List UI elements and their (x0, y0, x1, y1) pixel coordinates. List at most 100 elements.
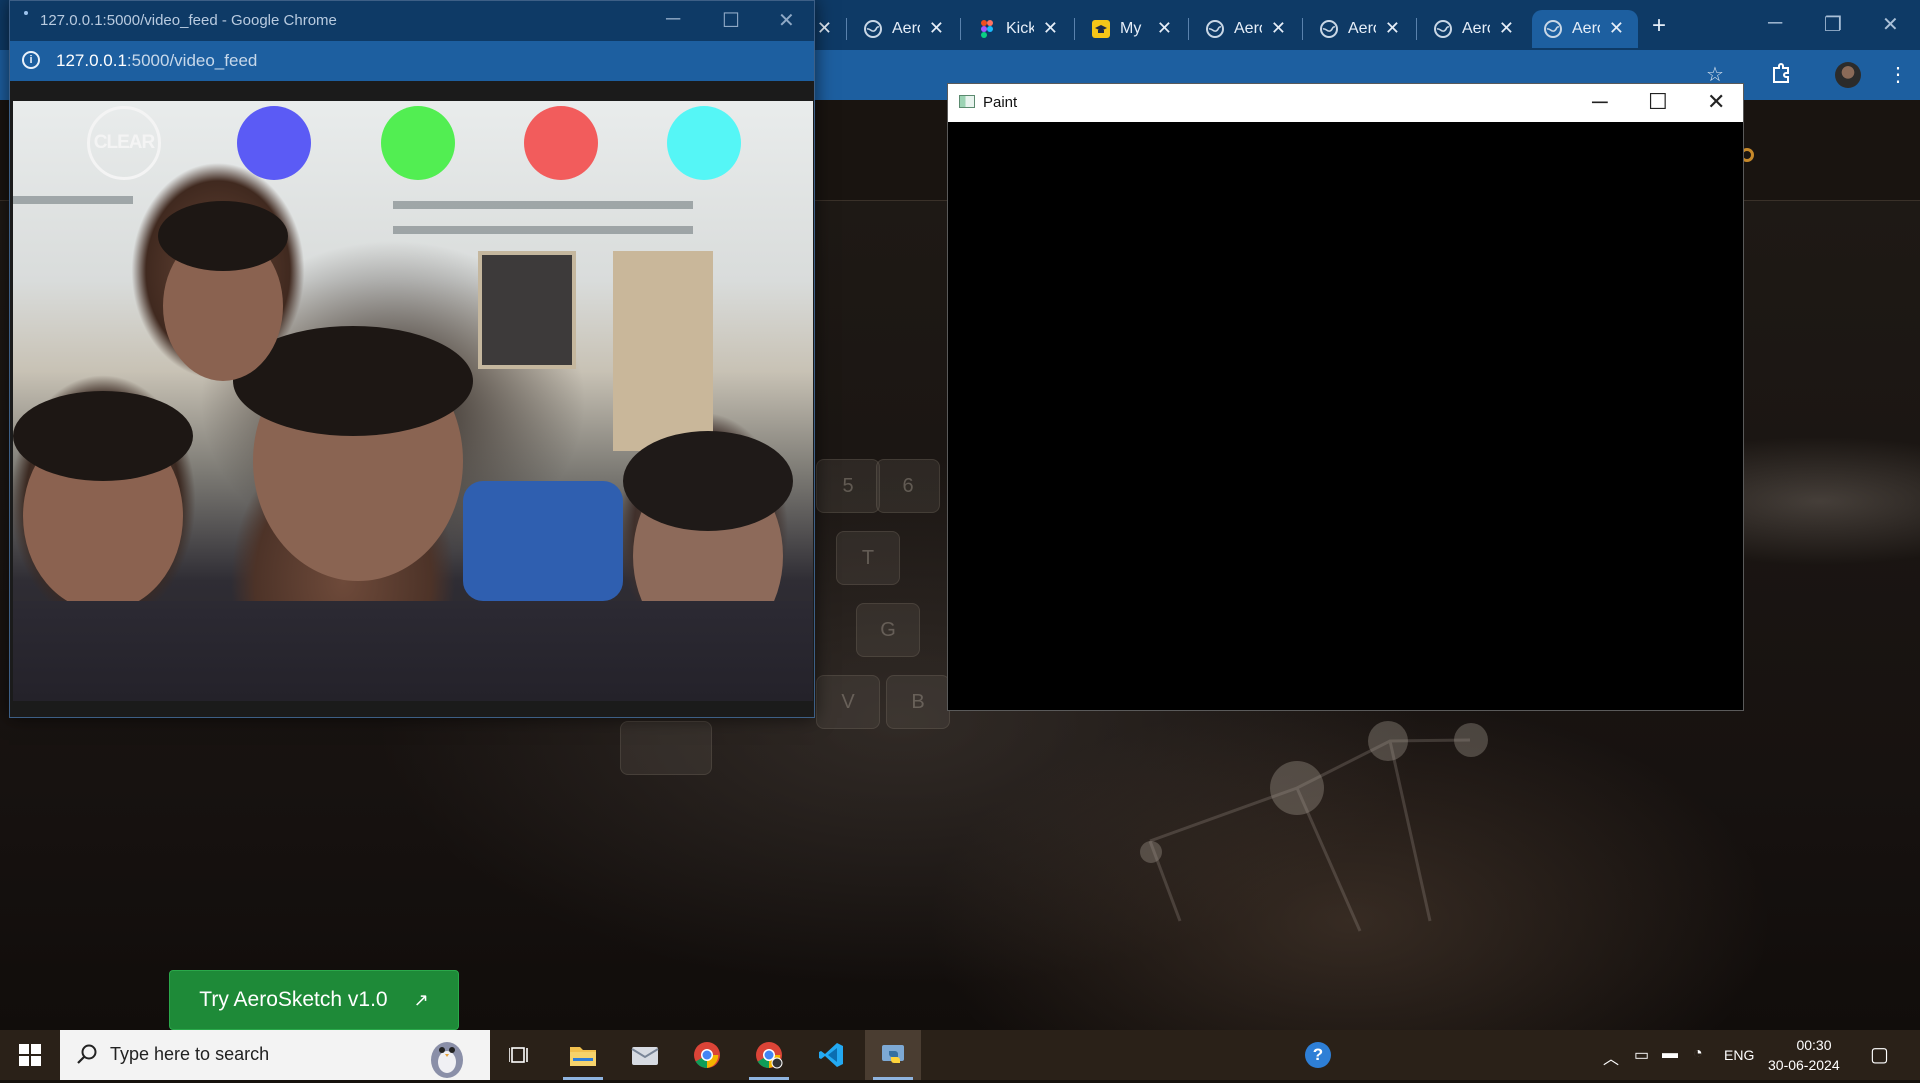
keyboard-key (620, 721, 712, 775)
green-color-swatch[interactable] (381, 106, 455, 180)
keyboard-key: B (886, 675, 950, 729)
minimize-icon[interactable]: ─ (666, 8, 680, 31)
paint-window: Paint ─ ☐ ✕ (947, 83, 1744, 711)
video-window-titlebar[interactable]: 127.0.0.1:5000/video_feed - Google Chrom… (10, 1, 814, 41)
tab-aero-1[interactable]: Aero ✕ (852, 10, 958, 48)
restore-icon[interactable]: ❐ (1824, 12, 1842, 37)
tab-title: Kick (1006, 20, 1034, 37)
tab-aero-3[interactable]: Aero ✕ (1308, 10, 1414, 48)
tab-separator (1074, 18, 1075, 40)
tab-title: Aero (1462, 20, 1490, 37)
cta-label: Try AeroSketch v1.0 (199, 988, 388, 1011)
tab-separator (1416, 18, 1417, 40)
shirts (13, 601, 813, 701)
show-hidden-icons-icon[interactable]: ︿ (1603, 1045, 1619, 1069)
start-button[interactable] (0, 1030, 60, 1080)
globe-icon (1206, 20, 1224, 38)
tab-my[interactable]: My ✕ (1080, 10, 1186, 48)
cap-icon (1092, 20, 1110, 38)
extensions-icon[interactable] (1770, 62, 1792, 89)
try-aerosketch-button[interactable]: Try AeroSketch v1.0 ↗ (169, 970, 459, 1030)
new-tab-button[interactable]: + (1652, 12, 1666, 40)
tab-title: My (1120, 20, 1142, 37)
background-window-blinds (393, 201, 693, 209)
paint-titlebar[interactable]: Paint ─ ☐ ✕ (948, 84, 1743, 122)
tab-close-icon[interactable]: ✕ (817, 19, 832, 37)
maximize-icon[interactable]: ☐ (722, 8, 740, 33)
wifi-icon[interactable]: ◔ (1693, 1045, 1703, 1063)
minimize-icon[interactable]: ─ (1592, 89, 1608, 115)
background-chair (463, 481, 623, 601)
webcam-frame: CLEAR (13, 101, 813, 701)
tab-title: Aero (1234, 20, 1262, 37)
tab-close-icon[interactable]: ✕ (1043, 19, 1058, 37)
file-explorer-icon[interactable] (555, 1030, 611, 1080)
meet-now-icon[interactable]: ▭ (1634, 1045, 1649, 1065)
video-feed-window: 127.0.0.1:5000/video_feed - Google Chrom… (9, 0, 815, 718)
red-color-swatch[interactable] (524, 106, 598, 180)
tab-title: Aero (1572, 20, 1600, 37)
maximize-icon[interactable]: ☐ (1648, 89, 1668, 115)
tab-aero-active[interactable]: Aero ✕ (1532, 10, 1638, 48)
taskbar-search-box[interactable]: Type here to search (60, 1030, 490, 1080)
tab-separator (846, 18, 847, 40)
profile-avatar[interactable] (1835, 62, 1861, 88)
url-path: :5000/video_feed (126, 51, 258, 70)
taskbar: Type here to search ? ︿ ▭ ▬ ◔ ENG 00:30 … (0, 1030, 1920, 1080)
page-favicon-icon (24, 11, 28, 15)
battery-icon[interactable]: ▬ (1662, 1045, 1678, 1063)
help-icon[interactable]: ? (1305, 1042, 1331, 1068)
background-window-blinds (13, 196, 133, 204)
tab-title: Aero (1348, 20, 1376, 37)
video-url[interactable]: 127.0.0.1:5000/video_feed (56, 51, 257, 71)
mail-app-icon[interactable] (617, 1030, 673, 1080)
globe-icon (1434, 20, 1452, 38)
blue-color-swatch[interactable] (237, 106, 311, 180)
windows-logo-icon (19, 1044, 41, 1066)
url-host: 127.0.0.1 (56, 51, 127, 70)
notifications-icon[interactable]: ▢ (1870, 1042, 1889, 1067)
figma-icon (978, 20, 996, 38)
tab-separator (960, 18, 961, 40)
tab-close-icon[interactable]: ✕ (929, 19, 944, 37)
minimize-icon[interactable]: ─ (1768, 12, 1782, 35)
paint-canvas[interactable] (948, 122, 1743, 710)
video-address-bar[interactable]: i 127.0.0.1:5000/video_feed (10, 41, 814, 81)
tab-close-icon[interactable]: ✕ (1385, 19, 1400, 37)
close-icon[interactable]: ✕ (1882, 12, 1899, 37)
keyboard-key: T (836, 531, 900, 585)
globe-icon (1320, 20, 1338, 38)
menu-dots-icon[interactable]: ⋮ (1888, 62, 1908, 87)
tab-close-icon[interactable]: ✕ (1157, 19, 1172, 37)
background-cabinet (613, 251, 713, 451)
tab-aero-2[interactable]: Aero ✕ (1194, 10, 1300, 48)
clock-time[interactable]: 00:30 (1791, 1037, 1837, 1053)
vscode-icon[interactable] (803, 1030, 859, 1080)
tab-close-icon[interactable]: ✕ (1609, 19, 1624, 37)
tab-kick[interactable]: Kick ✕ (966, 10, 1072, 48)
search-placeholder: Type here to search (110, 1044, 270, 1064)
clock-date[interactable]: 30-06-2024 (1768, 1057, 1840, 1073)
video-window-title: 127.0.0.1:5000/video_feed - Google Chrom… (40, 12, 337, 29)
info-icon[interactable]: i (22, 51, 40, 69)
keyboard-key: 5 (816, 459, 880, 513)
person-hair (13, 391, 193, 481)
python-app-icon[interactable] (865, 1030, 921, 1080)
chrome-profile-icon[interactable] (741, 1030, 797, 1080)
close-icon[interactable]: ✕ (1707, 89, 1725, 115)
language-indicator[interactable]: ENG (1724, 1047, 1754, 1063)
task-view-icon[interactable] (492, 1030, 548, 1080)
chrome-icon[interactable] (679, 1030, 735, 1080)
tab-separator (1302, 18, 1303, 40)
tab-aero-4[interactable]: Aero ✕ (1422, 10, 1528, 48)
person-hair (623, 431, 793, 531)
paint-title: Paint (983, 94, 1018, 111)
clear-button[interactable]: CLEAR (87, 106, 161, 180)
cyan-color-swatch[interactable] (667, 106, 741, 180)
close-icon[interactable]: ✕ (778, 8, 795, 33)
tab-separator (1188, 18, 1189, 40)
network-lines (1148, 738, 1471, 932)
keyboard-key: G (856, 603, 920, 657)
tab-close-icon[interactable]: ✕ (1271, 19, 1286, 37)
tab-close-icon[interactable]: ✕ (1499, 19, 1514, 37)
